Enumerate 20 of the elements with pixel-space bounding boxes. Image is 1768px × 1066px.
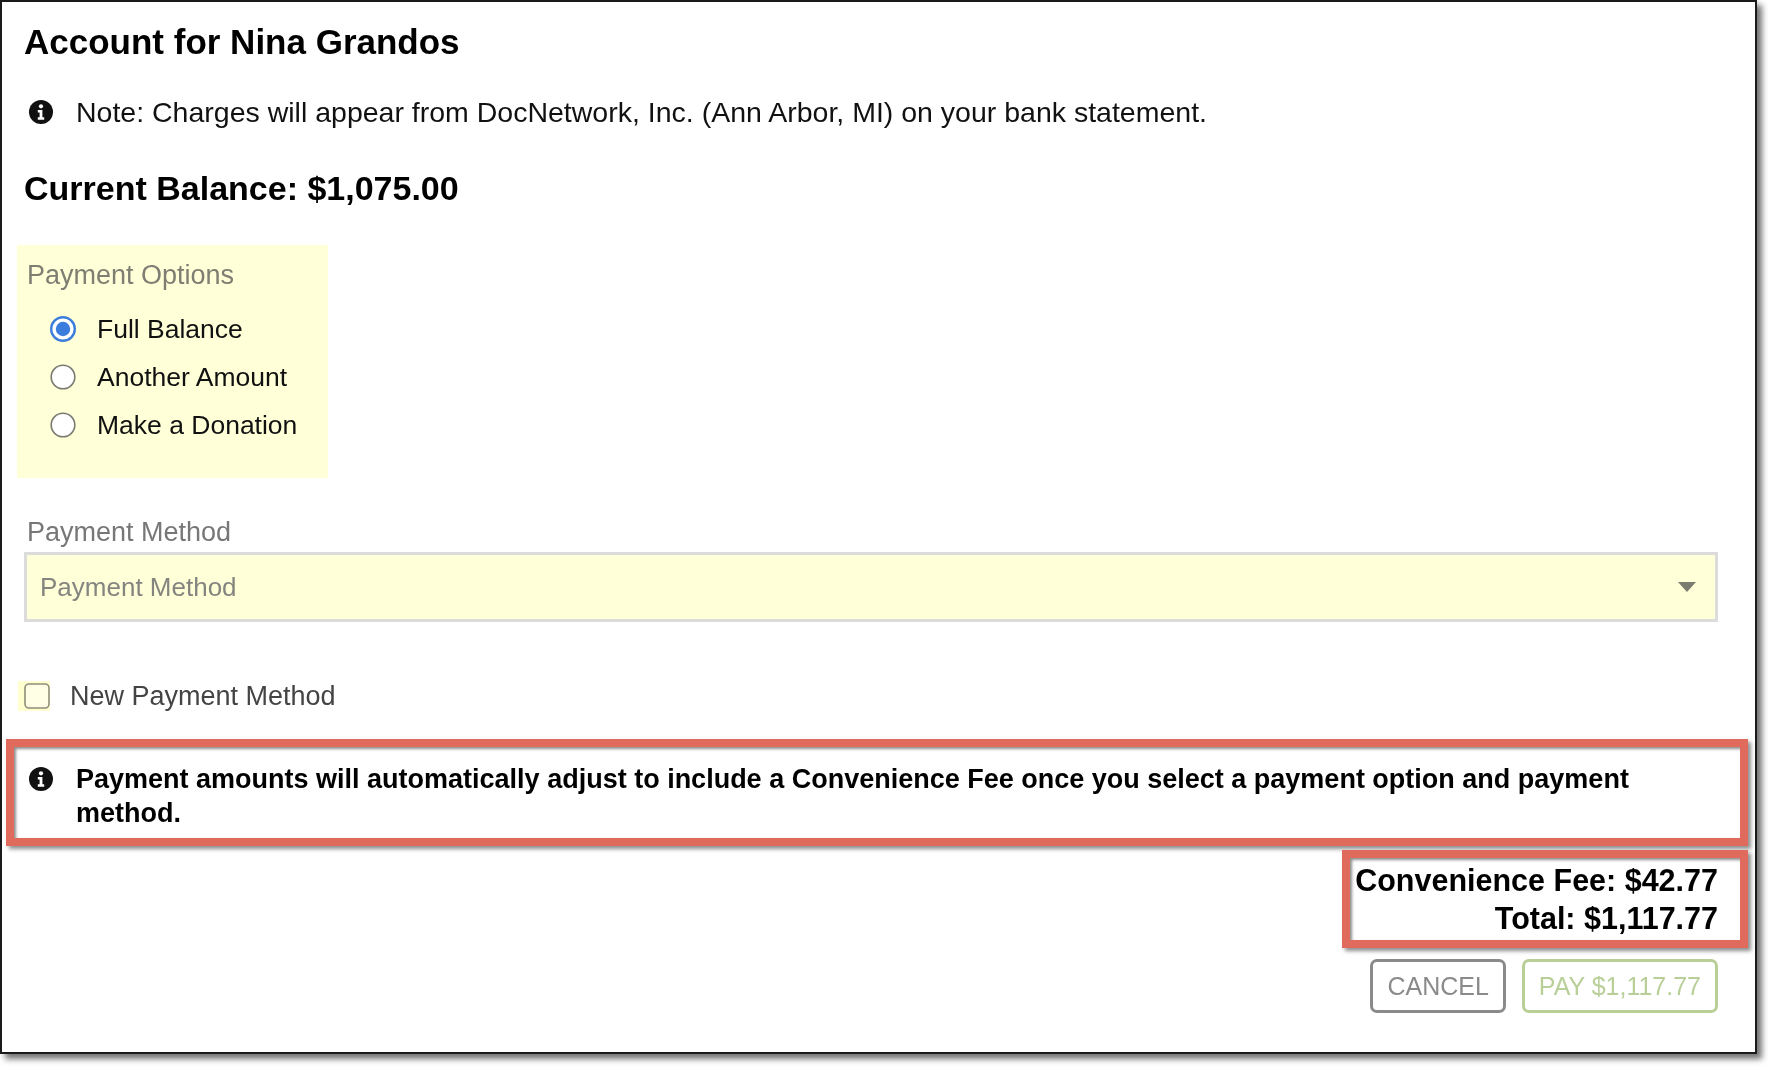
- payment-method-select[interactable]: Payment Method: [24, 552, 1718, 622]
- dialog-title: Account for Nina Grandos: [24, 24, 460, 60]
- total-text: Total: $1,117.77: [1494, 900, 1718, 937]
- current-balance: Current Balance: $1,075.00: [24, 170, 459, 206]
- field-label: Payment Method: [27, 516, 232, 548]
- radio-option[interactable]: Another Amount: [27, 353, 288, 401]
- radio-icon[interactable]: [50, 316, 76, 342]
- group-label: Payment Options: [27, 259, 235, 291]
- checkbox-option[interactable]: New Payment Method: [18, 681, 336, 711]
- radio-icon[interactable]: [50, 412, 76, 438]
- convenience-fee-text: Convenience Fee: $42.77: [1355, 862, 1718, 899]
- info-icon: [29, 100, 53, 124]
- radio-option[interactable]: Make a Donation: [27, 401, 298, 449]
- notice-text: Payment amounts will automatically adjust to include a Convenience Fee once you select a payment option and payment method.: [76, 763, 1630, 830]
- note-text: Note: Charges will appear from DocNetwork, Inc. (Ann Arbor, MI) on your bank statement.: [76, 95, 1207, 130]
- caret-icon: [1678, 582, 1696, 592]
- info-icon: [29, 767, 53, 791]
- checkbox-icon[interactable]: [18, 681, 50, 711]
- radio-icon[interactable]: [50, 364, 76, 390]
- radio-option[interactable]: Full Balance: [27, 305, 243, 353]
